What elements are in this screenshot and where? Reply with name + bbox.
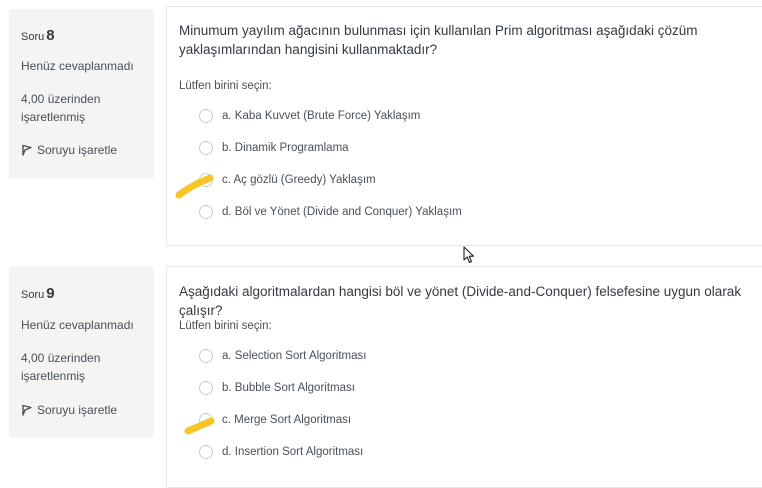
answer-option-a[interactable]: a. Selection Sort Algoritması	[199, 349, 366, 363]
question-grade: 4,00 üzerinden işaretlenmiş	[21, 92, 101, 124]
answer-option-b[interactable]: b. Dinamik Programlama	[199, 141, 349, 155]
answer-label: d. Böl ve Yönet (Divide and Conquer) Yak…	[222, 206, 462, 218]
answer-option-d[interactable]: d. Böl ve Yönet (Divide and Conquer) Yak…	[199, 205, 462, 219]
radio-button[interactable]	[199, 445, 213, 459]
answer-label: c. Aç gözlü (Greedy) Yaklaşım	[222, 174, 376, 186]
answer-option-c[interactable]: c. Aç gözlü (Greedy) Yaklaşım	[199, 173, 376, 187]
answer-option-d[interactable]: d. Insertion Sort Algoritması	[199, 445, 363, 459]
highlighter-mark	[175, 174, 214, 199]
answer-label: a. Kaba Kuvvet (Brute Force) Yaklaşım	[222, 110, 421, 122]
radio-button[interactable]	[199, 349, 213, 363]
answer-label: c. Merge Sort Algoritması	[222, 414, 352, 426]
flag-question-label: Soruyu işaretle	[37, 403, 118, 417]
question-state: Henüz cevaplanmadı	[21, 318, 134, 332]
answer-label: b. Bubble Sort Algoritması	[222, 382, 355, 394]
question-content: Aşağıdaki algoritmalardan hangisi böl ve…	[166, 266, 762, 488]
question-number: Soru 8	[21, 27, 55, 44]
question-state: Henüz cevaplanmadı	[21, 59, 134, 73]
answer-prompt: Lütfen birini seçin:	[179, 320, 272, 332]
question-info-panel: Soru 8 Henüz cevaplanmadı 4,00 üzerinden …	[9, 9, 154, 179]
question-info-panel: Soru 9 Henüz cevaplanmadı 4,00 üzerinden …	[9, 266, 154, 438]
radio-button[interactable]	[199, 205, 213, 219]
answer-label: a. Selection Sort Algoritması	[222, 350, 367, 362]
highlighter-mark	[184, 417, 215, 435]
answer-option-b[interactable]: b. Bubble Sort Algoritması	[199, 381, 355, 395]
answer-option-a[interactable]: a. Kaba Kuvvet (Brute Force) Yaklaşım	[199, 109, 420, 123]
question-8: Soru 8 Henüz cevaplanmadı 4,00 üzerinden …	[0, 0, 762, 250]
question-number: Soru 9	[21, 285, 55, 302]
question-text: Aşağıdaki algoritmalardan hangisi böl ve…	[179, 284, 742, 318]
flag-question-button[interactable]: Soruyu işaretle	[21, 403, 117, 417]
question-content: Minumum yayılım ağacının bulunması için …	[166, 6, 762, 246]
flag-icon	[22, 144, 32, 156]
answer-label: b. Dinamik Programlama	[222, 142, 349, 154]
question-text: Minumum yayılım ağacının bulunması için …	[179, 23, 698, 57]
flag-icon	[22, 404, 32, 416]
radio-button[interactable]	[199, 141, 213, 155]
answer-prompt: Lütfen birini seçin:	[179, 80, 272, 92]
flag-question-button[interactable]: Soruyu işaretle	[21, 143, 117, 157]
flag-question-label: Soruyu işaretle	[37, 143, 118, 157]
question-9: Soru 9 Henüz cevaplanmadı 4,00 üzerinden …	[0, 262, 762, 488]
radio-button[interactable]	[199, 109, 213, 123]
answer-option-c[interactable]: c. Merge Sort Algoritması	[199, 413, 351, 427]
answer-label: d. Insertion Sort Algoritması	[222, 446, 364, 458]
question-grade: 4,00 üzerinden işaretlenmiş	[21, 351, 101, 383]
radio-button[interactable]	[199, 381, 213, 395]
